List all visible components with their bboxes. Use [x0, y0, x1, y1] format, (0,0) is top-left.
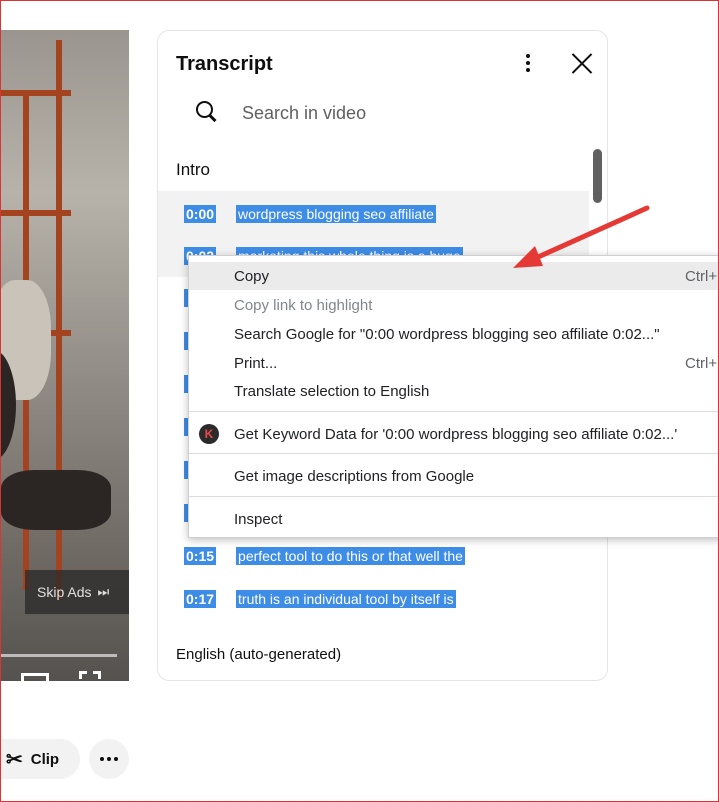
segment-text: perfect tool to do this or that well the: [236, 547, 465, 565]
annotation-arrow-icon: [513, 205, 650, 268]
menu-item-keyword-data[interactable]: K Get Keyword Data for '0:00 wordpress b…: [189, 420, 719, 448]
menu-shortcut: Ctrl+: [685, 354, 718, 372]
skip-ads-button[interactable]: Skip Ads ⏭: [25, 570, 129, 614]
panel-title: Transcript: [176, 53, 273, 75]
menu-item-label: Get image descriptions from Google: [234, 467, 475, 485]
video-figure: [1, 470, 111, 530]
video-player[interactable]: Skip Ads ⏭: [1, 30, 129, 681]
fullscreen-icon[interactable]: [79, 671, 101, 681]
scrollbar-thumb[interactable]: [593, 149, 602, 203]
menu-item-label: Copy link to highlight: [234, 296, 373, 314]
clip-button[interactable]: ✂ Clip: [0, 739, 80, 779]
transcript-segment[interactable]: 0:17 truth is an individual tool by itse…: [184, 589, 456, 609]
menu-separator: [189, 496, 719, 497]
chapter-label: Intro: [176, 160, 211, 179]
segment-text: truth is an individual tool by itself is: [236, 590, 456, 608]
menu-item-print[interactable]: Print... Ctrl+: [189, 349, 719, 377]
menu-separator: [189, 411, 719, 412]
more-actions-button[interactable]: [89, 739, 129, 779]
scissors-icon: ✂: [6, 748, 23, 771]
menu-item-translate[interactable]: Translate selection to English: [189, 377, 719, 405]
transcript-language[interactable]: English (auto-generated): [176, 646, 341, 663]
search-input[interactable]: [242, 99, 542, 127]
scaffold-beam: [1, 210, 71, 216]
menu-item-label: Get Keyword Data for '0:00 wordpress blo…: [234, 425, 678, 443]
clip-label: Clip: [30, 750, 60, 768]
menu-item-label: Copy: [234, 267, 270, 285]
skip-ads-label: Skip Ads: [37, 584, 92, 600]
segment-text: wordpress blogging seo affiliate: [236, 205, 436, 223]
menu-item-label: Inspect: [234, 510, 283, 528]
menu-item-label: Search Google for "0:00 wordpress bloggi…: [234, 325, 660, 343]
menu-separator: [189, 453, 719, 454]
scaffold-beam: [1, 90, 71, 96]
close-icon[interactable]: [570, 51, 594, 75]
menu-item-image-descriptions[interactable]: Get image descriptions from Google: [189, 462, 719, 490]
menu-item-label: Translate selection to English: [234, 382, 430, 400]
search-icon[interactable]: [196, 101, 218, 123]
skip-next-icon: ⏭: [97, 584, 110, 599]
segment-timestamp: 0:17: [184, 590, 217, 608]
menu-item-inspect[interactable]: Inspect: [189, 505, 719, 533]
menu-item-search-google[interactable]: Search Google for "0:00 wordpress bloggi…: [189, 320, 719, 348]
progress-bar[interactable]: [1, 654, 117, 657]
context-menu: Copy Ctrl+ Copy link to highlight Search…: [188, 255, 719, 538]
more-options-icon[interactable]: [520, 51, 536, 75]
keywords-everywhere-icon: K: [199, 424, 219, 444]
segment-timestamp: 0:15: [184, 547, 217, 565]
theater-mode-icon[interactable]: [21, 673, 49, 681]
segment-timestamp: 0:00: [184, 205, 217, 223]
menu-item-copy-link-to-highlight: Copy link to highlight: [189, 291, 719, 319]
menu-shortcut: Ctrl+: [685, 267, 718, 285]
transcript-segment[interactable]: 0:15 perfect tool to do this or that wel…: [184, 546, 465, 566]
transcript-segment[interactable]: 0:00 wordpress blogging seo affiliate: [184, 204, 436, 224]
menu-item-label: Print...: [234, 354, 278, 372]
